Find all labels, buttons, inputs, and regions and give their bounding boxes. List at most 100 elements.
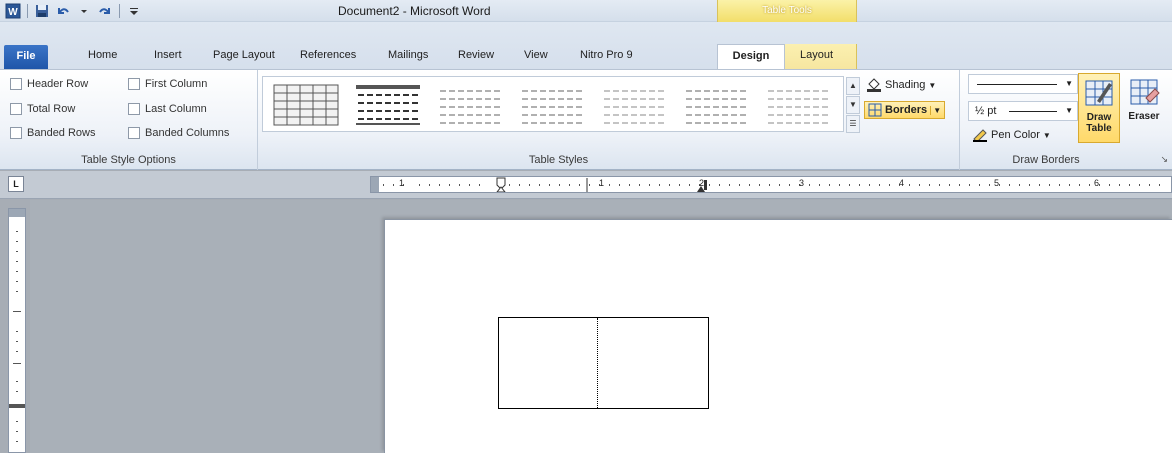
banded-rows-checkbox[interactable]: Banded Rows bbox=[10, 127, 96, 139]
checkbox-label: First Column bbox=[145, 78, 208, 90]
first-column-checkbox[interactable]: First Column bbox=[128, 78, 207, 90]
table-style-light-thumbnail-3[interactable] bbox=[601, 83, 667, 127]
vruler-ticks bbox=[9, 231, 25, 442]
ruler-number: 1 bbox=[399, 178, 405, 188]
ribbon-tab-row: File Home Insert Page Layout References … bbox=[0, 22, 1172, 70]
ruler-number: 1 bbox=[599, 178, 605, 188]
group-label: Draw Borders bbox=[1012, 154, 1080, 166]
tab-view[interactable]: View bbox=[524, 49, 548, 71]
document-page[interactable] bbox=[384, 219, 1172, 453]
tab-selector-button[interactable]: L bbox=[8, 176, 24, 192]
chevron-down-icon: ▼ bbox=[1042, 130, 1051, 140]
draw-borders-group: ▼ ½ pt ▼ Pen Color ▼ Draw Table Eraser D… bbox=[960, 70, 1172, 170]
borders-button[interactable]: Borders ▼ bbox=[864, 101, 946, 119]
table-style-light-thumbnail-2[interactable] bbox=[519, 83, 585, 127]
dialog-launcher-icon[interactable]: ↘ bbox=[1160, 154, 1168, 165]
table-style-grid-thumbnail[interactable] bbox=[273, 83, 339, 127]
column-marker[interactable] bbox=[704, 180, 707, 190]
table-style-options-group: Header Row First Column Total Row Last C… bbox=[0, 70, 258, 170]
tab-review[interactable]: Review bbox=[458, 49, 494, 71]
paint-bucket-icon bbox=[867, 78, 881, 92]
line-weight-dropdown[interactable]: ½ pt ▼ bbox=[968, 101, 1078, 121]
save-icon[interactable] bbox=[33, 2, 51, 20]
ruler-bar: L 1 1 2 3 4 5 6 bbox=[0, 171, 1172, 199]
document-title: Document2 - Microsoft Word bbox=[338, 4, 491, 18]
chevron-down-icon: ▼ bbox=[930, 105, 941, 115]
line-weight-value: ½ pt bbox=[975, 105, 997, 117]
qat-separator bbox=[27, 4, 28, 18]
hanging-indent-marker[interactable] bbox=[496, 186, 506, 192]
word-app-icon[interactable]: W bbox=[4, 2, 22, 20]
checkbox-box[interactable] bbox=[128, 78, 140, 90]
line-style-dropdown[interactable]: ▼ bbox=[968, 74, 1078, 94]
table-styles-gallery bbox=[262, 76, 844, 132]
banded-columns-checkbox[interactable]: Banded Columns bbox=[128, 127, 229, 139]
vertical-ruler[interactable] bbox=[8, 208, 26, 453]
pen-color-icon bbox=[973, 129, 987, 142]
undo-icon[interactable] bbox=[54, 2, 72, 20]
pen-color-label: Pen Color bbox=[991, 129, 1040, 141]
table-cell-divider[interactable] bbox=[597, 318, 598, 408]
eraser-button[interactable]: Eraser bbox=[1124, 73, 1164, 133]
draw-table-icon bbox=[1085, 80, 1113, 106]
undo-dropdown-icon[interactable] bbox=[75, 2, 93, 20]
chevron-down-icon: ▼ bbox=[1065, 79, 1073, 88]
shading-label: Shading bbox=[885, 79, 926, 91]
checkbox-box[interactable] bbox=[10, 78, 22, 90]
borders-grid-icon bbox=[868, 103, 882, 117]
horizontal-ruler[interactable]: 1 1 2 3 4 5 6 bbox=[370, 176, 1172, 193]
tab-nitro-pro[interactable]: Nitro Pro 9 bbox=[580, 49, 633, 71]
checkbox-box[interactable] bbox=[10, 127, 22, 139]
checkbox-label: Last Column bbox=[145, 103, 207, 115]
tab-references[interactable]: References bbox=[300, 49, 356, 71]
chevron-down-icon: ▼ bbox=[928, 80, 937, 90]
ruler-ticks bbox=[383, 177, 1160, 192]
group-label: Table Styles bbox=[528, 154, 589, 166]
checkbox-label: Header Row bbox=[27, 78, 89, 90]
table-style-dark-thumbnail[interactable] bbox=[355, 83, 421, 127]
checkbox-label: Banded Rows bbox=[27, 127, 96, 139]
tab-layout[interactable]: Layout bbox=[800, 49, 833, 71]
eraser-label: Eraser bbox=[1128, 111, 1160, 122]
pen-color-button[interactable]: Pen Color ▼ bbox=[972, 128, 1051, 142]
table-style-light-thumbnail-4[interactable] bbox=[683, 83, 749, 127]
title-bar: W Document2 - Microsoft Word Table Tools bbox=[0, 0, 1172, 22]
gallery-scroll-down-button[interactable]: ▼ bbox=[846, 96, 860, 114]
tab-page-layout[interactable]: Page Layout bbox=[213, 49, 275, 71]
tab-insert[interactable]: Insert bbox=[154, 49, 182, 71]
gallery-more-button[interactable]: ☰ bbox=[846, 115, 860, 133]
redo-icon[interactable] bbox=[96, 2, 114, 20]
header-row-checkbox[interactable]: Header Row bbox=[10, 78, 88, 90]
tab-mailings[interactable]: Mailings bbox=[388, 49, 428, 71]
borders-label: Borders bbox=[885, 104, 928, 116]
shading-button[interactable]: Shading ▼ bbox=[866, 78, 936, 92]
group-label: Table Style Options bbox=[81, 154, 176, 166]
tab-design[interactable]: Design bbox=[717, 44, 785, 70]
qat-separator bbox=[119, 4, 120, 18]
ruler-number: 3 bbox=[799, 178, 805, 188]
checkbox-box[interactable] bbox=[128, 103, 140, 115]
table-style-light-thumbnail-5[interactable] bbox=[765, 83, 831, 127]
gallery-scroll-up-button[interactable]: ▲ bbox=[846, 77, 860, 95]
table-style-light-thumbnail-1[interactable] bbox=[437, 83, 503, 127]
svg-text:W: W bbox=[8, 7, 18, 18]
tab-file[interactable]: File bbox=[4, 45, 48, 69]
customize-qat-icon[interactable] bbox=[125, 2, 143, 20]
quick-access-toolbar: W bbox=[4, 2, 143, 20]
checkbox-label: Total Row bbox=[27, 103, 76, 115]
last-column-checkbox[interactable]: Last Column bbox=[128, 103, 207, 115]
ruler-number: 5 bbox=[994, 178, 1000, 188]
draw-table-button[interactable]: Draw Table bbox=[1078, 73, 1120, 143]
tab-home[interactable]: Home bbox=[88, 49, 117, 71]
checkbox-label: Banded Columns bbox=[145, 127, 230, 139]
ribbon: Header Row First Column Total Row Last C… bbox=[0, 69, 1172, 170]
checkbox-box[interactable] bbox=[128, 127, 140, 139]
draw-table-label-line2: Table bbox=[1086, 123, 1112, 134]
checkbox-box[interactable] bbox=[10, 103, 22, 115]
line-style-sample bbox=[977, 84, 1057, 85]
eraser-icon bbox=[1130, 79, 1160, 105]
table-tools-context-label: Table Tools bbox=[717, 0, 857, 22]
document-table[interactable] bbox=[498, 317, 709, 409]
total-row-checkbox[interactable]: Total Row bbox=[10, 103, 75, 115]
chevron-down-icon: ▼ bbox=[1065, 106, 1073, 115]
